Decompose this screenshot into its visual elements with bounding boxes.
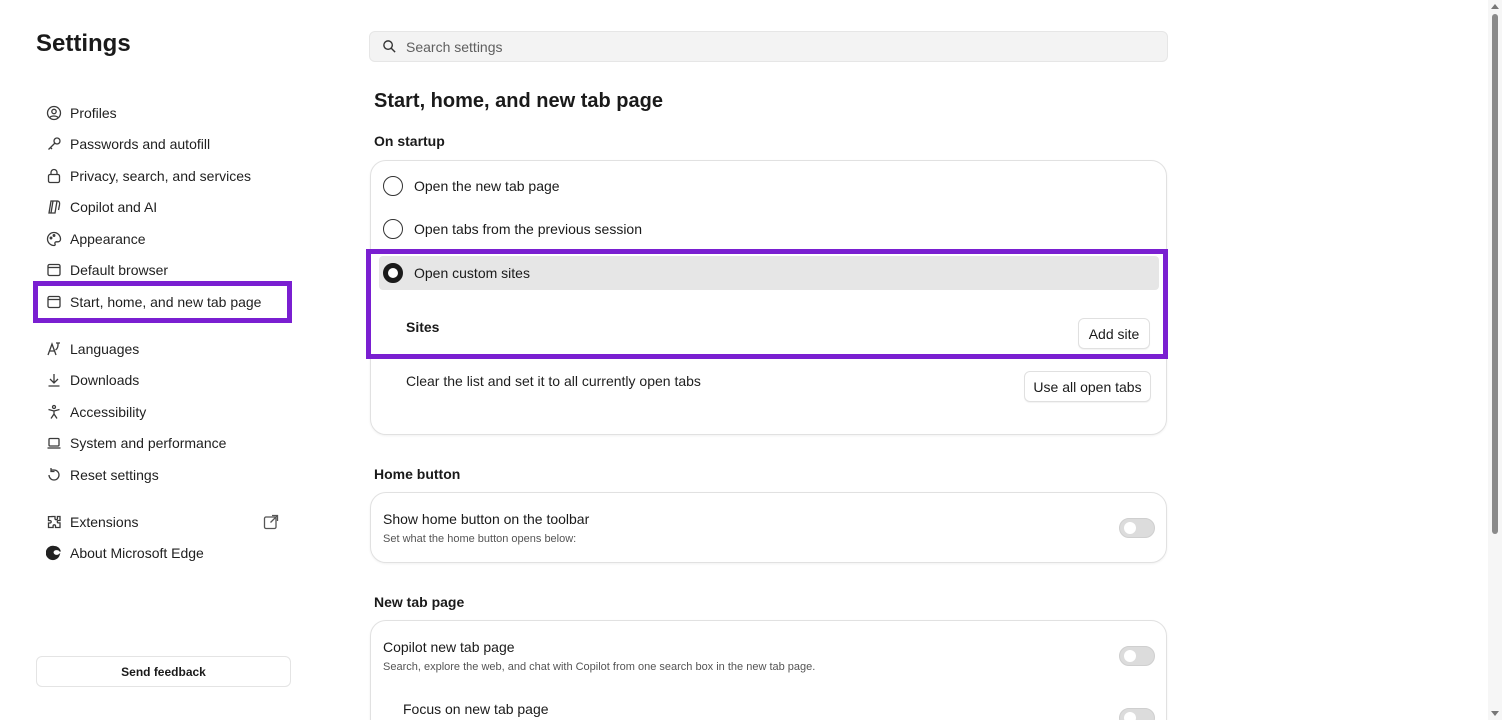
sidebar-item-label: Reset settings <box>70 466 159 483</box>
external-link-icon[interactable] <box>263 514 279 530</box>
sidebar-item-appearance[interactable]: Appearance <box>40 223 288 254</box>
key-icon <box>45 135 63 153</box>
sidebar: Settings Profiles Passwords and autofill… <box>0 0 320 720</box>
clear-list-text: Clear the list and set it to all current… <box>406 373 701 389</box>
download-icon <box>45 371 63 389</box>
scroll-thumb[interactable] <box>1492 14 1498 534</box>
send-feedback-button[interactable]: Send feedback <box>36 656 291 687</box>
copilot-icon <box>45 198 63 216</box>
radio-option-new-tab[interactable]: Open the new tab page <box>379 169 1159 203</box>
copilot-new-tab-subtitle: Search, explore the web, and chat with C… <box>383 661 816 673</box>
copilot-new-tab-title: Copilot new tab page <box>383 639 515 655</box>
use-all-open-tabs-button[interactable]: Use all open tabs <box>1024 371 1151 402</box>
scroll-up-arrow[interactable] <box>1491 4 1499 9</box>
home-button-title: Show home button on the toolbar <box>383 511 590 527</box>
profile-icon <box>45 104 63 122</box>
accessibility-icon <box>45 403 63 421</box>
sidebar-item-downloads[interactable]: Downloads <box>40 365 288 396</box>
sidebar-item-label: Appearance <box>70 230 146 247</box>
search-input[interactable] <box>406 38 1106 55</box>
sidebar-item-system[interactable]: System and performance <box>40 428 288 459</box>
sidebar-item-privacy[interactable]: Privacy, search, and services <box>40 160 288 191</box>
new-tab-heading: New tab page <box>374 594 465 610</box>
sidebar-item-copilot[interactable]: Copilot and AI <box>40 192 288 223</box>
sidebar-item-label: System and performance <box>70 435 227 451</box>
page-title: Settings <box>36 30 131 57</box>
radio-label: Open tabs from the previous session <box>414 221 643 237</box>
sidebar-item-profiles[interactable]: Profiles <box>40 97 288 128</box>
sidebar-item-label: Default browser <box>70 262 169 278</box>
home-button-toggle[interactable] <box>1119 518 1155 538</box>
sidebar-item-about[interactable]: About Microsoft Edge <box>40 538 288 569</box>
highlight-annotation <box>33 281 292 323</box>
languages-icon <box>45 340 63 358</box>
sidebar-item-label: About Microsoft Edge <box>70 545 204 561</box>
sidebar-item-label: Passwords and autofill <box>70 136 211 152</box>
radio-button[interactable] <box>383 219 403 239</box>
highlight-annotation <box>366 249 1168 359</box>
edge-icon <box>45 544 63 562</box>
home-button-subtitle: Set what the home button opens below: <box>383 533 577 545</box>
new-tab-card: Copilot new tab page Search, explore the… <box>370 620 1167 720</box>
sidebar-item-languages[interactable]: Languages <box>40 333 288 364</box>
copilot-new-tab-toggle[interactable] <box>1119 646 1155 666</box>
search-icon <box>382 39 398 55</box>
scrollbar[interactable] <box>1488 0 1502 720</box>
lock-icon <box>45 167 63 185</box>
extensions-icon <box>45 513 63 531</box>
reset-icon <box>45 466 63 484</box>
radio-option-previous-session[interactable]: Open tabs from the previous session <box>379 212 1159 246</box>
sidebar-item-passwords[interactable]: Passwords and autofill <box>40 129 288 160</box>
sidebar-item-reset[interactable]: Reset settings <box>40 459 288 490</box>
sidebar-item-label: Extensions <box>70 513 139 530</box>
focus-new-tab-toggle[interactable] <box>1119 708 1155 720</box>
search-bar[interactable] <box>369 31 1168 62</box>
sidebar-item-label: Copilot and AI <box>70 199 158 215</box>
sidebar-item-label: Downloads <box>70 372 140 388</box>
radio-button[interactable] <box>383 176 403 196</box>
sidebar-item-label: Accessibility <box>70 403 147 420</box>
sidebar-item-label: Profiles <box>70 104 117 121</box>
sidebar-item-label: Privacy, search, and services <box>70 167 252 184</box>
sidebar-item-extensions[interactable]: Extensions <box>40 506 288 537</box>
home-button-card: Show home button on the toolbar Set what… <box>370 492 1167 563</box>
sidebar-item-label: Languages <box>70 340 140 357</box>
browser-icon <box>45 261 63 279</box>
laptop-icon <box>45 434 63 452</box>
sidebar-item-accessibility[interactable]: Accessibility <box>40 396 288 427</box>
home-button-heading: Home button <box>374 466 461 482</box>
palette-icon <box>45 230 63 248</box>
on-startup-heading: On startup <box>374 133 445 149</box>
scroll-down-arrow[interactable] <box>1491 711 1499 716</box>
section-title: Start, home, and new tab page <box>374 90 663 112</box>
radio-label: Open the new tab page <box>414 178 560 194</box>
focus-new-tab-title: Focus on new tab page <box>403 701 549 717</box>
